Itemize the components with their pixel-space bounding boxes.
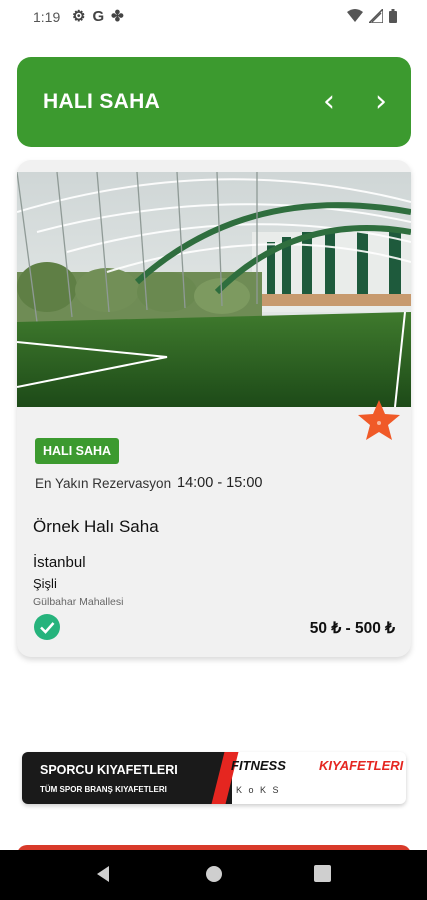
- venue-city: İstanbul: [33, 554, 86, 571]
- banner-fitness-text: FITNESS: [231, 758, 286, 773]
- ad-banner[interactable]: SPORCU KIYAFETLERI TÜM SPOR BRANŞ KIYAFE…: [22, 752, 406, 804]
- system-nav-bar: [0, 850, 427, 900]
- venue-neighborhood: Gülbahar Mahallesi: [33, 596, 124, 608]
- status-bar: 1:19 ⚙ G ✤: [0, 0, 427, 34]
- category-badge: HALI SAHA: [35, 438, 120, 464]
- banner-kiyafetleri-text: KIYAFETLERI: [319, 758, 404, 773]
- banner-dark-panel: [22, 752, 232, 804]
- pinwheel-icon: ✤: [111, 8, 124, 25]
- status-right-icons: [347, 9, 397, 23]
- wifi-icon: [347, 9, 363, 22]
- google-icon: G: [92, 8, 105, 25]
- category-header: HALI SAHA ‹ ›: [17, 57, 411, 147]
- header-title: HALI SAHA: [43, 90, 161, 113]
- status-left-icons: ⚙ G ✤: [72, 8, 124, 26]
- venue-photo: [17, 172, 411, 407]
- prev-arrow-button[interactable]: ‹: [314, 85, 344, 119]
- price-range: 50 ₺ - 500 ₺: [309, 620, 395, 637]
- venue-district: Şişli: [33, 576, 57, 591]
- venue-name: Örnek Halı Saha: [33, 517, 159, 536]
- banner-logos: K o K S: [236, 785, 281, 795]
- favorite-star-icon[interactable]: [356, 398, 402, 444]
- next-arrow-button[interactable]: ›: [366, 85, 396, 119]
- signal-icon: [369, 9, 383, 23]
- back-icon[interactable]: [95, 865, 111, 883]
- verified-check-icon: [34, 614, 60, 640]
- venue-card[interactable]: HALI SAHA En Yakın Rezervasyon 14:00 - 1…: [17, 160, 411, 657]
- battery-icon: [389, 9, 397, 23]
- recent-apps-icon[interactable]: [314, 865, 331, 882]
- reservation-time: 14:00 - 15:00: [177, 475, 263, 491]
- home-icon[interactable]: [205, 865, 223, 883]
- settings-icon: ⚙: [72, 8, 86, 25]
- status-time: 1:19: [33, 9, 61, 25]
- banner-title: SPORCU KIYAFETLERI: [40, 763, 178, 777]
- reservation-label: En Yakın Rezervasyon: [35, 476, 172, 491]
- banner-subtitle: TÜM SPOR BRANŞ KIYAFETLERI: [40, 785, 167, 794]
